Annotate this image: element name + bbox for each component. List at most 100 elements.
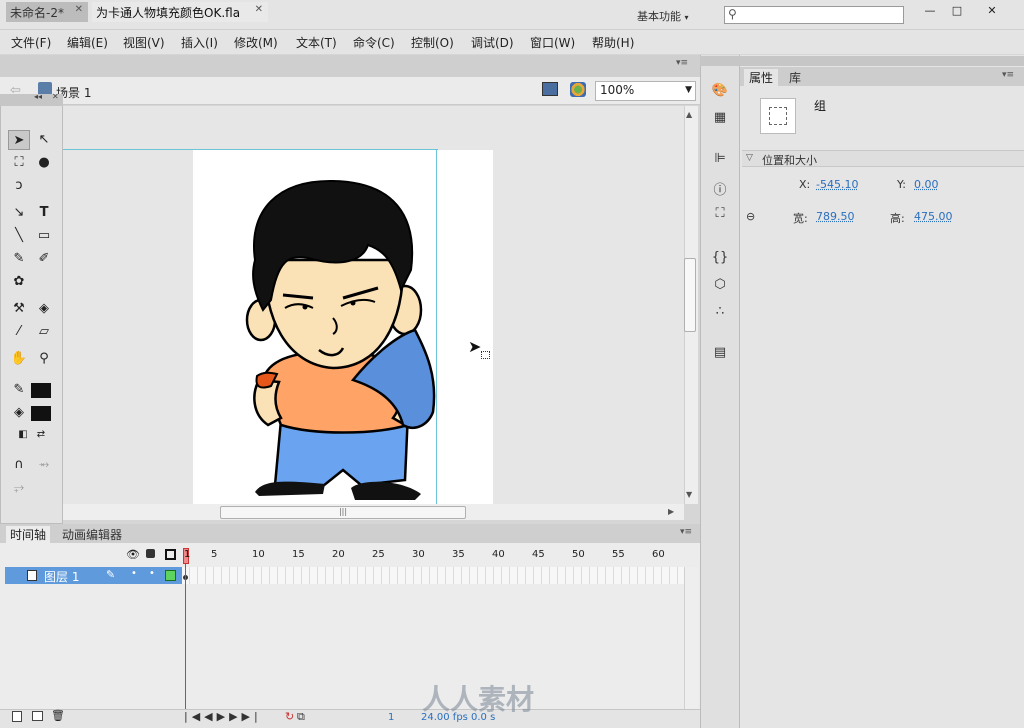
free-transform-tool-icon[interactable]: ⛶: [8, 153, 30, 173]
pencil-tool-icon[interactable]: ✎: [8, 249, 30, 269]
collapse-icon[interactable]: ◂◂: [34, 92, 42, 101]
stroke-color-icon[interactable]: ✎: [8, 380, 30, 400]
menu-help[interactable]: 帮助(H): [592, 34, 634, 51]
lasso-tool-icon[interactable]: ↄ: [8, 176, 30, 196]
project-icon[interactable]: ▤: [710, 345, 730, 363]
horizontal-scroll-thumb[interactable]: |||: [220, 506, 466, 519]
zoom-select[interactable]: 100% ▼: [595, 81, 696, 101]
info-icon[interactable]: ⓘ: [710, 179, 730, 198]
current-frame[interactable]: 1: [388, 712, 394, 723]
close-button[interactable]: ✕: [978, 2, 1006, 20]
straighten-icon[interactable]: ⥅: [8, 478, 30, 498]
fill-color-swatch[interactable]: [31, 406, 51, 421]
scroll-up-icon[interactable]: ▲: [686, 110, 692, 119]
pen-tool-icon[interactable]: ↘: [8, 203, 30, 223]
color-panel-icon[interactable]: 🎨: [710, 83, 730, 101]
transform-icon[interactable]: ⛶: [710, 206, 730, 224]
strip-header[interactable]: [700, 56, 740, 66]
y-value[interactable]: 0.00: [914, 178, 939, 191]
components-icon[interactable]: ⬡: [710, 277, 730, 295]
code-snippets-icon[interactable]: {}: [710, 250, 730, 268]
minimize-button[interactable]: —: [916, 2, 944, 20]
outline-color-icon[interactable]: [165, 570, 176, 581]
timeline-vertical-scrollbar[interactable]: [684, 567, 698, 709]
stroke-color-swatch[interactable]: [31, 383, 51, 398]
tab-properties[interactable]: 属性: [744, 69, 779, 86]
3d-rotation-tool-icon[interactable]: ●: [33, 153, 55, 173]
outline-icon[interactable]: [165, 549, 176, 560]
selection-tool-icon[interactable]: ➤: [8, 130, 30, 150]
playback-controls-icon[interactable]: |◀◀▶▶▶|: [184, 710, 262, 723]
brush-tool-icon[interactable]: ✐: [33, 249, 55, 269]
menu-file[interactable]: 文件(F): [11, 34, 51, 51]
x-value[interactable]: -545.10: [816, 178, 858, 191]
layer-name[interactable]: 图层 1: [44, 568, 79, 585]
width-value[interactable]: 789.50: [816, 210, 855, 223]
tab-timeline[interactable]: 时间轴: [6, 526, 51, 543]
eraser-tool-icon[interactable]: ▱: [33, 322, 55, 342]
paint-bucket-tool-icon[interactable]: ◈: [33, 299, 55, 319]
scroll-down-icon[interactable]: ▼: [686, 490, 692, 499]
group-icon: [760, 98, 796, 134]
fill-color-icon[interactable]: ◈: [8, 403, 30, 423]
align-icon[interactable]: ⊫: [710, 151, 730, 169]
tab-motion-editor[interactable]: 动画编辑器: [58, 526, 126, 543]
lock-icon[interactable]: [146, 549, 155, 558]
menu-insert[interactable]: 插入(I): [181, 34, 218, 51]
smooth-icon[interactable]: ⥇: [33, 455, 55, 475]
lock-dot-icon[interactable]: •: [149, 568, 155, 579]
edit-scene-icon[interactable]: [542, 82, 558, 96]
close-icon[interactable]: ✕: [255, 4, 263, 15]
panel-menu-icon[interactable]: ▾≡: [1002, 70, 1014, 80]
motion-presets-icon[interactable]: ∴: [710, 304, 730, 322]
menu-edit[interactable]: 编辑(E): [67, 34, 108, 51]
scroll-right-icon[interactable]: ▶: [668, 507, 674, 516]
delete-icon[interactable]: 🗑: [51, 709, 65, 722]
close-icon[interactable]: ✕: [52, 92, 59, 101]
panel-menu-icon[interactable]: ▾≡: [676, 58, 688, 68]
visibility-dot-icon[interactable]: •: [131, 568, 137, 579]
tab-library[interactable]: 库: [784, 69, 806, 86]
subselection-tool-icon[interactable]: ↖: [33, 130, 55, 150]
menu-commands[interactable]: 命令(C): [353, 34, 395, 51]
menu-control[interactable]: 控制(O): [411, 34, 454, 51]
menu-view[interactable]: 视图(V): [123, 34, 165, 51]
panel-menu-icon[interactable]: ▾≡: [680, 527, 692, 537]
tools-panel-header[interactable]: ◂◂ ✕: [0, 92, 63, 106]
rectangle-tool-icon[interactable]: ▭: [33, 226, 55, 246]
eyedropper-tool-icon[interactable]: ⁄: [8, 322, 30, 342]
loop-icon[interactable]: ↻: [285, 710, 294, 723]
edit-symbol-icon[interactable]: [570, 82, 586, 97]
new-folder-icon[interactable]: [32, 711, 43, 721]
hand-tool-icon[interactable]: ✋: [8, 349, 30, 369]
zoom-tool-icon[interactable]: ⚲: [33, 349, 55, 369]
menu-debug[interactable]: 调试(D): [471, 34, 514, 51]
eye-icon[interactable]: 👁: [126, 548, 140, 561]
tab-untitled-2[interactable]: 未命名-2* ✕: [6, 2, 88, 22]
height-value[interactable]: 475.00: [914, 210, 953, 223]
pencil-icon[interactable]: ✎: [106, 568, 115, 581]
new-layer-icon[interactable]: [12, 711, 22, 722]
snap-to-objects-icon[interactable]: ∩: [8, 455, 30, 475]
onion-skin-icon[interactable]: ⧉: [297, 710, 305, 724]
close-icon[interactable]: ✕: [75, 4, 83, 15]
vertical-scroll-thumb[interactable]: [684, 258, 696, 332]
search-input[interactable]: ⚲: [724, 6, 904, 24]
swatches-icon[interactable]: ▦: [710, 110, 730, 128]
deco-tool-icon[interactable]: ✿: [8, 272, 30, 292]
bone-tool-icon[interactable]: ⚒: [8, 299, 30, 319]
ruler-label: 55: [612, 549, 625, 560]
link-icon[interactable]: ⊖: [746, 210, 755, 223]
workspace-switcher[interactable]: 基本功能 ▾: [637, 8, 689, 24]
maximize-button[interactable]: □: [943, 2, 971, 20]
swap-colors-icon[interactable]: ⇄: [30, 425, 52, 445]
properties-header[interactable]: [740, 56, 1024, 66]
line-tool-icon[interactable]: ╲: [8, 226, 30, 246]
menu-window[interactable]: 窗口(W): [530, 34, 575, 51]
menu-modify[interactable]: 修改(M): [234, 34, 278, 51]
tab-cartoon-fla[interactable]: 为卡通人物填充颜色OK.fla ✕: [92, 2, 268, 22]
cartoon-character[interactable]: [193, 150, 493, 504]
text-tool-icon[interactable]: T: [33, 203, 55, 223]
menu-text[interactable]: 文本(T): [296, 34, 337, 51]
frames-grid[interactable]: [182, 567, 684, 584]
